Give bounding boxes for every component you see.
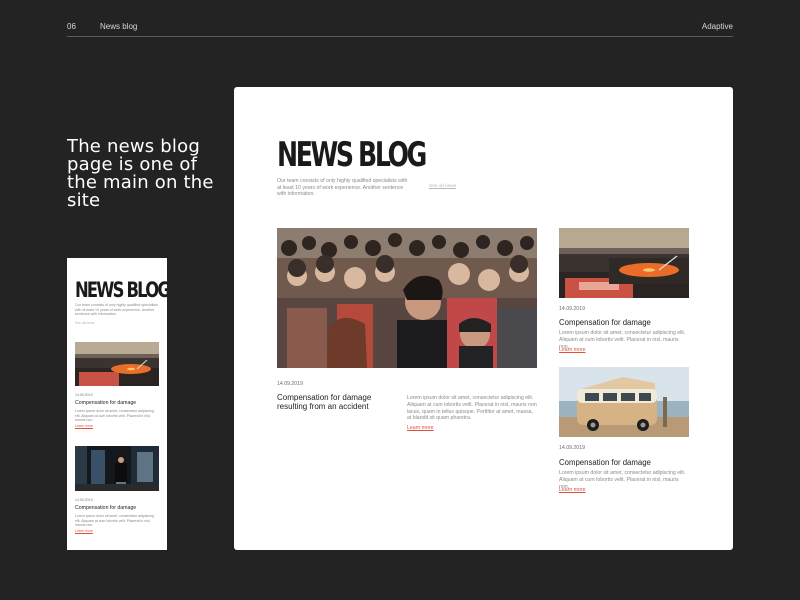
card-1-title[interactable]: Compensation for damage (559, 318, 651, 327)
mobile-card-2-title[interactable]: Compensation for damage (75, 505, 136, 511)
card-1-turntable-photo[interactable] (559, 228, 689, 298)
hero-text: Lorem ipsum dolor sit amet, consectetur … (407, 395, 537, 422)
mobile-see-all-link[interactable]: See all news (75, 321, 94, 325)
page-headline: The news blog page is one of the main on… (67, 136, 214, 211)
mobile-card-1-date: 14.09.2019 (75, 393, 93, 397)
card-1-learn-more-link[interactable]: Learn more (559, 347, 586, 353)
card-2-camper-van-photo[interactable] (559, 367, 689, 437)
hero-date: 14.09.2019 (277, 381, 303, 387)
mobile-description: Our team consists of only highly qualifi… (75, 303, 158, 317)
mobile-card-1-text: Lorem ipsum dolor sit amet, consectetur … (75, 409, 154, 422)
hero-crowd-photo[interactable] (277, 228, 537, 368)
mobile-turntable-photo[interactable] (75, 342, 159, 386)
mobile-card-1-title[interactable]: Compensation for damage (75, 400, 136, 406)
top-bar: 06 News blog Adaptive (67, 22, 733, 38)
card-1-date: 14.09.2019 (559, 306, 585, 312)
hero-title[interactable]: Compensation for damage resulting from a… (277, 393, 372, 411)
card-2-learn-more-link[interactable]: Learn more (559, 487, 586, 493)
mobile-card-1-learn-more[interactable]: Learn more (75, 424, 93, 428)
mobile-card-2-date: 14.09.2019 (75, 498, 93, 502)
mobile-title: NEWS BLOG (75, 278, 167, 302)
mobile-street-photo[interactable] (75, 446, 159, 491)
adaptive-label: Adaptive (701, 22, 733, 31)
desktop-see-all-link[interactable]: See all news (429, 184, 456, 189)
card-2-date: 14.09.2019 (559, 445, 585, 451)
desktop-description: Our team consists of only highly qualifi… (277, 178, 408, 198)
card-2-title[interactable]: Compensation for damage (559, 458, 651, 467)
mobile-mockup: NEWS BLOG Our team consists of only high… (67, 258, 167, 550)
hero-learn-more-link[interactable]: Learn more (407, 425, 434, 431)
mobile-card-2-learn-more[interactable]: Learn more (75, 529, 93, 533)
section-name: News blog (100, 22, 138, 31)
page-number: 06 (67, 22, 76, 31)
mobile-card-2-text: Lorem ipsum dolor sit amet, consectetur … (75, 514, 154, 527)
top-divider (67, 36, 733, 37)
desktop-title: NEWS BLOG (277, 135, 427, 175)
desktop-mockup: NEWS BLOG Our team consists of only high… (234, 87, 733, 550)
